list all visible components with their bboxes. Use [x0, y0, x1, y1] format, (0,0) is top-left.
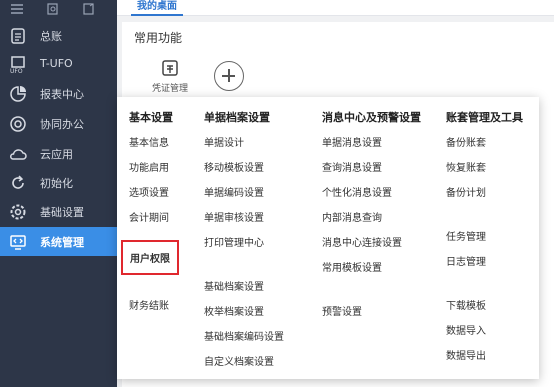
menu-item[interactable]: 任务管理	[446, 228, 486, 243]
column-header: 单据档案设置	[204, 111, 270, 124]
menu-item[interactable]: 消息中心连接设置	[322, 234, 402, 249]
gear-icon	[10, 204, 26, 220]
sidebar-item-collaboration[interactable]: 协同办公	[0, 109, 117, 138]
edit-icon[interactable]	[82, 3, 96, 15]
cloud-icon	[10, 149, 27, 160]
refresh-icon	[12, 175, 24, 189]
sidebar-item-label: 初始化	[40, 177, 73, 190]
menu-item[interactable]: 个性化消息设置	[322, 184, 392, 199]
menu-item[interactable]: 备份计划	[446, 184, 486, 199]
voucher-icon	[162, 60, 178, 76]
menu-item[interactable]: 财务结账	[129, 297, 169, 312]
menu-icon[interactable]	[10, 3, 24, 15]
sidebar-item-ledger[interactable]: 总账	[0, 21, 117, 50]
pie-chart-icon	[10, 86, 26, 102]
sidebar-item-initialize[interactable]: 初始化	[0, 168, 117, 197]
menu-item[interactable]: 预警设置	[322, 303, 362, 318]
sidebar-item-report-center[interactable]: 报表中心	[0, 79, 117, 108]
menu-item[interactable]: 自定义档案设置	[204, 353, 274, 368]
tab-my-desktop[interactable]: 我的桌面	[131, 0, 183, 16]
column-header: 账套管理及工具	[446, 111, 523, 124]
section-title: 常用功能	[134, 31, 183, 45]
system-management-menu: 基本设置 基本信息 功能启用 选项设置 会计期间 用户权限 财务结账 单据档案设…	[117, 97, 539, 379]
shortcut-label: 凭证管理	[151, 84, 188, 94]
sidebar-item-label: 云应用	[40, 148, 73, 161]
menu-item-user-permissions[interactable]: 用户权限	[121, 240, 179, 275]
search-doc-icon[interactable]	[46, 3, 60, 15]
sidebar: 总账 UFO T-UFO 报表中心 协同办公 云应用 初始化 基础设置 系统管理	[0, 0, 117, 387]
menu-item[interactable]: 单据消息设置	[322, 134, 382, 149]
sidebar-item-basic-settings[interactable]: 基础设置	[0, 197, 117, 226]
column-header: 消息中心及预警设置	[322, 111, 421, 124]
menu-item[interactable]: 单据设计	[204, 134, 244, 149]
menu-item[interactable]: 日志管理	[446, 253, 486, 268]
monitor-code-icon	[10, 235, 26, 250]
menu-item[interactable]: 单据审核设置	[204, 209, 264, 224]
ledger-icon	[11, 28, 25, 44]
menu-item[interactable]: 基础档案设置	[204, 278, 264, 293]
target-icon	[10, 116, 26, 132]
menu-item[interactable]: 查询消息设置	[322, 159, 382, 174]
menu-item[interactable]: 打印管理中心	[204, 234, 264, 249]
menu-item[interactable]: 选项设置	[129, 184, 169, 199]
menu-item[interactable]: 常用模板设置	[322, 259, 382, 274]
menu-item[interactable]: 数据导出	[446, 347, 486, 362]
sidebar-item-cloud-apps[interactable]: 云应用	[0, 139, 117, 168]
sidebar-item-tufo[interactable]: UFO T-UFO	[0, 50, 117, 79]
tab-bar: 我的桌面	[117, 0, 554, 16]
add-shortcut-button[interactable]	[214, 61, 244, 91]
ufo-icon: UFO	[10, 56, 25, 74]
sidebar-item-system-management[interactable]: 系统管理	[0, 227, 117, 256]
menu-item[interactable]: 数据导入	[446, 322, 486, 337]
menu-item[interactable]: 基本信息	[129, 134, 169, 149]
menu-item[interactable]: 功能启用	[129, 159, 169, 174]
menu-item[interactable]: 内部消息查询	[322, 209, 382, 224]
sidebar-item-label: 总账	[40, 30, 62, 43]
menu-item[interactable]: 基础档案编码设置	[204, 328, 284, 343]
sidebar-item-label: 协同办公	[40, 118, 84, 131]
menu-item[interactable]: 下载模板	[446, 297, 486, 312]
svg-text:UFO: UFO	[10, 68, 23, 74]
menu-item[interactable]: 会计期间	[129, 209, 169, 224]
sidebar-item-label: 基础设置	[40, 206, 84, 219]
column-header: 基本设置	[129, 111, 173, 124]
sidebar-item-label: T-UFO	[40, 57, 73, 70]
menu-item[interactable]: 移动模板设置	[204, 159, 264, 174]
menu-item[interactable]: 恢复账套	[446, 159, 486, 174]
sidebar-item-label: 报表中心	[40, 88, 84, 101]
shortcut-voucher-management[interactable]: 凭证管理	[148, 58, 192, 94]
menu-item[interactable]: 备份账套	[446, 134, 486, 149]
sidebar-toolbar	[0, 0, 117, 18]
sidebar-item-label: 系统管理	[40, 236, 84, 249]
menu-item[interactable]: 枚举档案设置	[204, 303, 264, 318]
menu-item[interactable]: 单据编码设置	[204, 184, 264, 199]
